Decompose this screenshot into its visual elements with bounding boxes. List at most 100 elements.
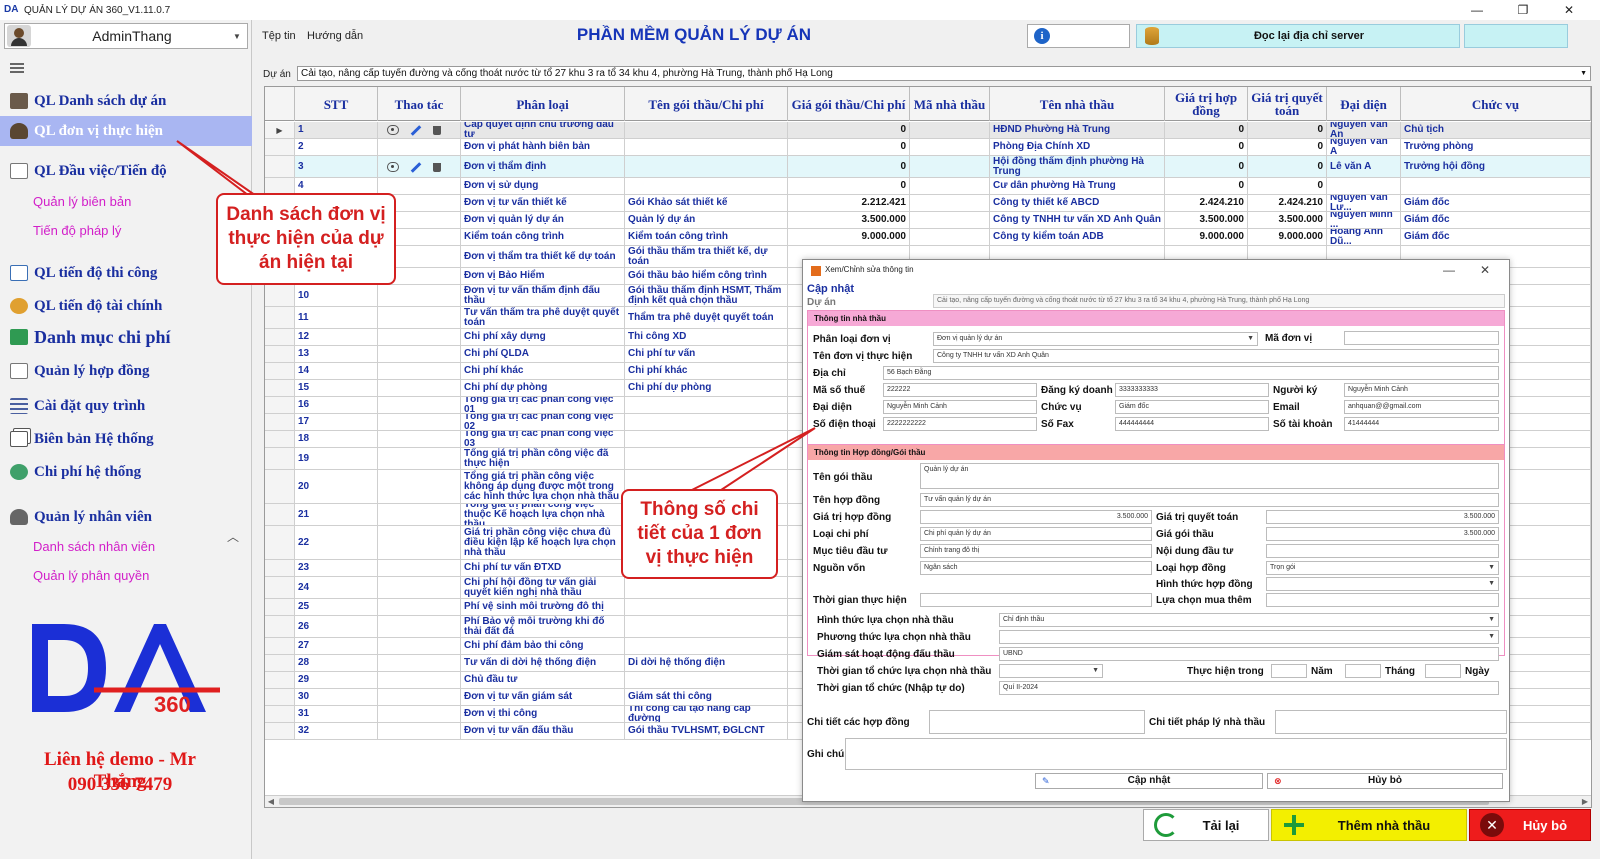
column-header[interactable]: Tên gói thầu/Chi phí [625,87,788,121]
phone-field[interactable]: 2222222222 [883,417,1037,431]
delete-icon[interactable] [431,125,443,135]
sidebar-item-tasks[interactable]: QL Đầu việc/Tiến độ [0,156,252,186]
table-row[interactable]: 6Đơn vị quản lý dự ánQuản lý dự án3.500.… [265,212,1591,229]
row-indicator[interactable] [265,380,295,396]
column-header[interactable]: Phân loại [461,87,625,121]
close-icon[interactable]: ✕ [1546,0,1592,20]
row-indicator[interactable] [265,307,295,328]
row-indicator[interactable] [265,431,295,447]
sidebar-item-finance[interactable]: QL tiến độ tài chính [0,291,252,321]
row-indicator[interactable] [265,414,295,430]
menu-help[interactable]: Hướng dẫn [307,30,363,42]
column-header[interactable]: Giá trị hợp đồng [1165,87,1248,121]
row-indicator[interactable] [265,504,295,525]
day-field[interactable] [1425,664,1461,678]
note-field[interactable] [845,738,1507,770]
column-header[interactable]: Đại diện [1327,87,1401,121]
position-field[interactable]: Giám đốc [1115,400,1269,414]
row-indicator[interactable] [265,706,295,722]
scroll-left-icon[interactable]: ◀ [265,796,277,807]
column-header[interactable]: Mã nhà thầu [910,87,990,121]
maximize-icon[interactable]: ❐ [1500,0,1546,20]
table-row[interactable]: 7Kiểm toán công trìnhKiểm toán công trìn… [265,229,1591,246]
signer-field[interactable]: Nguyễn Minh Cảnh [1344,383,1499,397]
row-indicator[interactable] [265,672,295,688]
delete-icon[interactable] [431,162,443,172]
info-button[interactable]: i [1027,24,1130,48]
unit-name-field[interactable]: Công ty TNHH tư vấn XD Anh Quân [933,349,1499,363]
table-row[interactable]: 5Đơn vị tư vấn thiết kếGói Khảo sát thiế… [265,195,1591,212]
selection-method-select[interactable]: ▼ [999,630,1499,644]
column-header[interactable]: Chức vụ [1401,87,1591,121]
row-indicator[interactable] [265,470,295,503]
cost-type-field[interactable]: Chi phí quản lý dự án [920,527,1152,541]
tax-code-field[interactable]: 222222 [883,383,1037,397]
sidebar-subitem-minutes[interactable]: Quản lý biên bản [33,194,131,209]
dialog-update-button[interactable]: ✎ Cập nhật [1035,773,1263,789]
column-header[interactable]: STT [295,87,378,121]
selection-time-select[interactable]: ▼ [999,664,1103,678]
sidebar-item-workflow[interactable]: Cài đặt quy trình [0,391,252,421]
sidebar-subitem-staff-list[interactable]: Danh sách nhân viên [33,539,155,554]
reload-button[interactable]: Tải lại [1143,809,1269,841]
contract-details-field[interactable] [929,710,1145,734]
row-indicator[interactable] [265,723,295,739]
minimize-icon[interactable]: — [1443,263,1455,277]
table-row[interactable]: 3 Đơn vị thẩm định 0 Hội đồng thẩm định phư… [265,156,1591,178]
dialog-cancel-button[interactable]: ⊗ Hủy bỏ [1267,773,1503,789]
row-indicator[interactable] [265,363,295,379]
address-field[interactable]: 56 Bạch Đằng [883,366,1499,380]
sidebar-item-system-cost[interactable]: Chi phí hệ thống [0,457,252,487]
row-indicator[interactable] [265,329,295,345]
table-row[interactable]: 4 Đơn vị sử dụng 0 Cư dân phường Hà Trung 0 0 [265,178,1591,195]
fax-field[interactable]: 444444444 [1115,417,1269,431]
edit-icon[interactable] [409,162,421,172]
scroll-right-icon[interactable]: ▶ [1579,796,1591,807]
sidebar-subitem-permissions[interactable]: Quản lý phân quyền [33,568,149,583]
view-icon[interactable] [387,125,399,135]
package-price-field[interactable]: 3.500.000 [1266,527,1499,541]
row-indicator[interactable] [265,285,295,306]
sidebar-item-construction[interactable]: QL tiến độ thi công [0,258,252,288]
row-indicator[interactable] [265,448,295,469]
business-reg-field[interactable]: 3333333333 [1115,383,1269,397]
row-indicator[interactable] [265,560,295,576]
sidebar-item-units[interactable]: QL đơn vị thực hiện [0,116,252,146]
unit-code-field[interactable] [1344,331,1499,345]
column-header[interactable]: Chi tiết hợp đồng [1591,87,1592,121]
table-row[interactable]: 2 Đơn vị phát hành biên bản 0 Phòng Địa Chí… [265,139,1591,156]
column-header[interactable]: Thao tác [378,87,461,121]
duration-field[interactable] [920,593,1152,607]
row-indicator[interactable] [265,616,295,637]
project-select[interactable]: Cải tạo, nâng cấp tuyến đường và cống th… [297,66,1591,81]
row-indicator[interactable] [265,397,295,413]
row-indicator[interactable] [265,346,295,362]
legal-details-field[interactable] [1275,710,1507,734]
minimize-icon[interactable]: — [1454,0,1500,20]
representative-field[interactable]: Nguyễn Minh Cảnh [883,400,1037,414]
selection-form-select[interactable]: Chỉ định thầu ▼ [999,613,1499,627]
row-indicator[interactable] [265,156,295,177]
column-header[interactable]: Tên nhà thầu [990,87,1165,121]
supervision-field[interactable]: UBND [999,647,1499,661]
row-indicator[interactable] [265,577,295,598]
row-indicator[interactable] [265,689,295,705]
account-field[interactable]: 41444444 [1344,417,1499,431]
add-contractor-button[interactable]: Thêm nhà thầu [1271,809,1467,841]
sidebar-item-projects[interactable]: QL Danh sách dự án [0,86,252,116]
package-name-field[interactable]: Quản lý dự án [920,463,1499,489]
contract-name-field[interactable]: Tư vấn quản lý dự án [920,493,1499,507]
column-header[interactable]: Giá gói thầu/Chi phí [788,87,910,121]
row-indicator[interactable] [265,599,295,615]
contract-value-field[interactable]: 3.500.000 [920,510,1152,524]
goal-field[interactable]: Chỉnh trang đô thị [920,544,1152,558]
row-indicator[interactable] [265,178,295,194]
year-field[interactable] [1271,664,1307,678]
settlement-field[interactable]: 3.500.000 [1266,510,1499,524]
unit-type-select[interactable]: Đơn vị quản lý dự án ▼ [933,332,1258,346]
month-field[interactable] [1345,664,1381,678]
close-icon[interactable]: ✕ [1480,263,1490,277]
contract-form-select[interactable]: ▼ [1266,577,1499,591]
sidebar-item-contracts[interactable]: Quản lý hợp đồng [0,356,252,386]
fund-field[interactable]: Ngân sách [920,561,1152,575]
